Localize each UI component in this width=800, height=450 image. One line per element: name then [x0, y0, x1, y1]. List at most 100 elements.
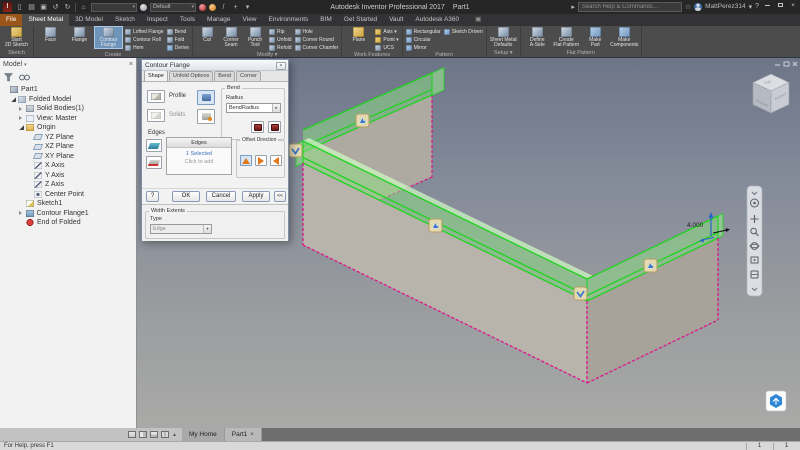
axis-button[interactable]: Axis ▾: [375, 28, 398, 35]
edges-selection-list[interactable]: Edges 1 Selected Click to add: [166, 137, 232, 175]
unfold-button[interactable]: Unfold: [269, 36, 292, 43]
corner-seam-button[interactable]: Corner Seam: [220, 27, 242, 48]
tree-item-end-of-folded[interactable]: End of Folded: [0, 218, 136, 228]
output-surface-button[interactable]: [197, 109, 215, 124]
bend-radius-flyout-icon[interactable]: ▸: [272, 104, 280, 112]
ribbon-tab-inspect[interactable]: Inspect: [141, 14, 174, 26]
user-menu-chevron-icon[interactable]: ▾: [749, 3, 753, 11]
cut-button[interactable]: Cut: [196, 27, 218, 48]
contour-roll-button[interactable]: Contour Roll: [125, 36, 164, 43]
search-input[interactable]: [577, 1, 682, 12]
dialog-tab-bend[interactable]: Bend: [214, 71, 236, 81]
point-button[interactable]: Point ▾: [375, 36, 399, 43]
make-components-button[interactable]: Make Components: [610, 27, 638, 48]
doc-tab-close-icon[interactable]: ×: [250, 432, 254, 438]
solids-select-button[interactable]: [147, 109, 165, 122]
bend-direction-left-button[interactable]: [251, 121, 264, 133]
rip-button[interactable]: Rip: [269, 28, 291, 35]
profile-select-button[interactable]: [147, 90, 165, 103]
tree-item-z-axis[interactable]: Z Axis: [0, 180, 136, 190]
hem-button[interactable]: Hem: [125, 44, 164, 51]
expander-closed-icon[interactable]: [19, 116, 22, 121]
ribbon-tab-3d-model[interactable]: 3D Model: [69, 14, 109, 26]
undo-icon[interactable]: ↺: [51, 3, 60, 12]
expander-closed-icon[interactable]: [19, 106, 22, 111]
cascade-windows-icon[interactable]: [128, 431, 136, 438]
edge-select-mode-button[interactable]: [146, 139, 162, 152]
tree-item-part1[interactable]: Part1: [0, 85, 136, 95]
new-file-icon[interactable]: ▯: [15, 3, 24, 12]
bend-direction-right-button[interactable]: [268, 121, 281, 133]
sketch-driven-button[interactable]: Sketch Driven: [443, 28, 483, 35]
edge-marker-rightwall[interactable]: [643, 258, 658, 273]
loop-select-mode-button[interactable]: [146, 156, 162, 169]
edges-click-to-add[interactable]: Click to add: [167, 159, 231, 165]
ribbon-display-toggle-icon[interactable]: ▣: [469, 14, 487, 26]
redo-icon[interactable]: ↻: [63, 3, 72, 12]
view-cube[interactable]: TOP FRONT RIGHT: [752, 73, 790, 114]
rectangular-button[interactable]: Rectangular: [405, 28, 441, 35]
favorites-star-icon[interactable]: ☆: [685, 3, 691, 11]
lofted-flange-button[interactable]: Lofted Flange: [125, 28, 164, 35]
start-2d-sketch-button[interactable]: Start 2D Sketch: [3, 27, 30, 48]
doc-tab-my-home[interactable]: My Home: [181, 428, 225, 441]
filter-icon[interactable]: [4, 72, 13, 82]
help-icon[interactable]: ?: [755, 3, 759, 10]
appearance-select[interactable]: Default: [150, 2, 196, 12]
edge-marker-back[interactable]: [355, 113, 370, 128]
ribbon-tab-vault[interactable]: Vault: [383, 14, 409, 26]
output-solid-button[interactable]: [197, 90, 215, 105]
ribbon-tab-manage[interactable]: Manage: [201, 14, 237, 26]
edge-marker-front[interactable]: [428, 218, 443, 233]
browser-close-icon[interactable]: ×: [129, 61, 133, 68]
find-icon[interactable]: [19, 73, 30, 82]
tree-item-solid-bodies-1[interactable]: Solid Bodies(1): [0, 104, 136, 114]
define-a-side-button[interactable]: Define A-Side: [524, 27, 551, 48]
close-button[interactable]: ×: [788, 2, 798, 11]
corner-chamfer-button[interactable]: Corner Chamfer: [294, 44, 338, 51]
browser-title[interactable]: Model: [3, 61, 22, 68]
home-icon[interactable]: ⌂: [79, 3, 88, 12]
doc-close-icon[interactable]: [792, 61, 798, 67]
bend-button[interactable]: Bend: [166, 28, 189, 35]
width-type-select[interactable]: Edge ▾: [150, 224, 212, 234]
user-avatar-icon[interactable]: [694, 2, 703, 11]
tree-item-yz-plane[interactable]: YZ Plane: [0, 133, 136, 143]
less-options-button[interactable]: <<: [274, 191, 286, 202]
tile-horizontal-icon[interactable]: [150, 431, 158, 438]
material-select[interactable]: [91, 2, 137, 12]
derive-button[interactable]: Derive: [166, 44, 189, 51]
inventor-logo[interactable]: I: [3, 2, 12, 12]
offset-both-button[interactable]: [240, 155, 252, 166]
ribbon-tab-file[interactable]: File: [0, 14, 23, 26]
punch-tool-button[interactable]: Punch Tool: [244, 27, 266, 48]
expander-open-icon[interactable]: [19, 125, 24, 131]
tree-item-y-axis[interactable]: Y Axis: [0, 171, 136, 181]
ribbon-tab-bim[interactable]: BIM: [314, 14, 338, 26]
circular-button[interactable]: Circular: [405, 36, 441, 43]
hole-button[interactable]: Hole: [294, 28, 339, 35]
tree-item-center-point[interactable]: Center Point: [0, 190, 136, 200]
add-tool-icon[interactable]: +: [231, 3, 240, 12]
open-icon[interactable]: ▤: [27, 3, 36, 12]
ok-button[interactable]: OK: [172, 191, 200, 202]
ribbon-tab-view[interactable]: View: [237, 14, 263, 26]
offset-outside-button[interactable]: [270, 155, 282, 166]
minimize-button[interactable]: [762, 2, 772, 11]
tree-item-contour-flange1[interactable]: Contour Flange1: [0, 209, 136, 219]
ribbon-tab-sketch[interactable]: Sketch: [109, 14, 141, 26]
expander-open-icon[interactable]: [11, 96, 16, 102]
bend-radius-input[interactable]: BendRadius ▸: [226, 103, 281, 113]
tree-item-xz-plane[interactable]: XZ Plane: [0, 142, 136, 152]
ribbon-tab-tools[interactable]: Tools: [174, 14, 201, 26]
apply-button[interactable]: Apply: [242, 191, 270, 202]
qat-customize-chevron-icon[interactable]: ▾: [243, 3, 252, 12]
plane-button[interactable]: Plane: [345, 27, 372, 43]
ribbon-tab-environments[interactable]: Environments: [263, 14, 315, 26]
ribbon-tab-get-started[interactable]: Get Started: [338, 14, 383, 26]
arrange-windows-icon[interactable]: [161, 431, 169, 438]
browser-dropdown-icon[interactable]: ▾: [24, 62, 27, 68]
refold-button[interactable]: Refold: [269, 44, 292, 51]
doc-tab-part1[interactable]: Part1 ×: [224, 428, 262, 441]
expander-closed-icon[interactable]: [19, 211, 22, 216]
